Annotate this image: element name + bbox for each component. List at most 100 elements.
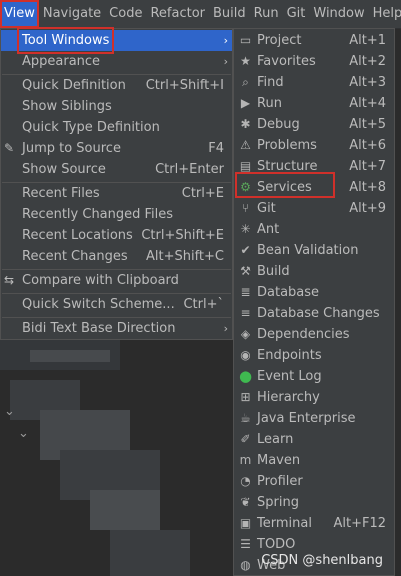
menu-item-shortcut: Alt+3: [349, 75, 386, 90]
watermark: CSDN @shenlbang: [261, 553, 383, 568]
hammer-icon: ⚒: [240, 264, 251, 278]
folder-icon: ▭: [239, 33, 252, 47]
menu-item-label: Database: [257, 285, 320, 300]
menu-item-compare-with-clipboard[interactable]: ⇆ Compare with Clipboard: [1, 270, 232, 291]
menu-help[interactable]: Help: [369, 0, 401, 28]
chevron-right-icon: ›: [223, 322, 228, 335]
event-log-icon: ●: [238, 367, 253, 385]
menu-item-database-changes[interactable]: ≡ Database Changes: [234, 303, 394, 324]
menu-view[interactable]: View: [0, 0, 39, 28]
profiler-icon: ◔: [240, 474, 251, 488]
menu-item-label: Event Log: [257, 369, 322, 384]
menu-item-label: Dependencies: [257, 327, 350, 342]
menu-item-jump-to-source[interactable]: ✎ Jump to Source F4: [1, 138, 232, 159]
menu-refactor[interactable]: Refactor: [146, 0, 209, 28]
menu-window[interactable]: Window: [309, 0, 368, 28]
menu-navigate[interactable]: Navigate: [39, 0, 105, 28]
menu-item-run[interactable]: ▶ Run Alt+4: [234, 93, 394, 114]
menu-item-label: Spring: [257, 495, 299, 510]
menu-item-label: Problems: [257, 138, 317, 153]
services-highlight-box: [235, 172, 335, 198]
menu-item-label: Endpoints: [257, 348, 322, 363]
menu-item-recent-changes[interactable]: Recent Changes Alt+Shift+C: [1, 246, 232, 267]
menu-item-spring[interactable]: ❦ Spring: [234, 492, 394, 513]
warning-icon: ⚠: [240, 138, 251, 152]
todo-icon: ☰: [240, 537, 251, 551]
menu-item-label: Run: [257, 96, 282, 111]
menu-item-project[interactable]: ▭ Project Alt+1: [234, 30, 394, 51]
star-icon: ★: [240, 54, 251, 68]
tool-windows-submenu: ▭ Project Alt+1 ★ Favorites Alt+2 ⌕ Find Alt+3 ▶ R…: [233, 28, 395, 576]
hierarchy-icon: ⊞: [240, 390, 251, 404]
menu-item-event-log[interactable]: ● Event Log: [234, 366, 394, 387]
menu-item-recent-files[interactable]: Recent Files Ctrl+E: [1, 183, 232, 204]
menu-item-label: Profiler: [257, 474, 303, 489]
menu-item-profiler[interactable]: ◔ Profiler: [234, 471, 394, 492]
menu-item-database[interactable]: ≣ Database: [234, 282, 394, 303]
menu-item-label: Maven: [257, 453, 301, 468]
view-menu: Tool Windows › Appearance › Quick Defini…: [0, 27, 233, 340]
endpoints-icon: ◉: [240, 348, 251, 362]
dependencies-icon: ◈: [240, 327, 251, 341]
bean-icon: ✔: [240, 243, 251, 257]
menu-item-dependencies[interactable]: ◈ Dependencies: [234, 324, 394, 345]
maven-icon: m: [239, 453, 252, 467]
search-icon: ⌕: [242, 75, 249, 89]
menu-item-label: Terminal: [257, 516, 312, 531]
menu-item-shortcut: Alt+8: [349, 180, 386, 195]
menu-item-ant[interactable]: ✳ Ant: [234, 219, 394, 240]
menu-item-label: TODO: [257, 537, 296, 552]
menu-item-shortcut: Alt+9: [349, 201, 386, 216]
menu-item-shortcut: Alt+7: [349, 159, 386, 174]
menu-item-appearance[interactable]: Appearance ›: [1, 51, 232, 72]
menu-item-label: Database Changes: [257, 306, 380, 321]
menu-item-label: Hierarchy: [257, 390, 320, 405]
menu-item-label: Build: [257, 264, 290, 279]
menu-item-git[interactable]: ⑂ Git Alt+9: [234, 198, 394, 219]
menu-item-show-siblings[interactable]: Show Siblings: [1, 96, 232, 117]
menu-item-label: Bean Validation: [257, 243, 359, 258]
menu-item-debug[interactable]: ✱ Debug Alt+5: [234, 114, 394, 135]
menu-item-find[interactable]: ⌕ Find Alt+3: [234, 72, 394, 93]
menu-item-bean-validation[interactable]: ✔ Bean Validation: [234, 240, 394, 261]
menu-item-label: Git: [257, 201, 276, 216]
menu-item-shortcut: Alt+F12: [333, 516, 386, 531]
menu-git[interactable]: Git: [283, 0, 310, 28]
chevron-right-icon: ›: [223, 55, 228, 68]
menu-item-quick-switch-scheme[interactable]: Quick Switch Scheme... Ctrl+`: [1, 294, 232, 315]
database-icon: ≣: [240, 285, 251, 299]
menu-item-shortcut: Alt+4: [349, 96, 386, 111]
menu-item-quick-type-definition[interactable]: Quick Type Definition: [1, 117, 232, 138]
menu-item-bidi-text[interactable]: Bidi Text Base Direction ›: [1, 318, 232, 339]
menu-item-label: Ant: [257, 222, 280, 237]
menu-build[interactable]: Build: [209, 0, 250, 28]
menu-item-maven[interactable]: m Maven: [234, 450, 394, 471]
pencil-icon: ✎: [4, 141, 15, 155]
menu-item-show-source[interactable]: Show Source Ctrl+Enter: [1, 159, 232, 180]
menu-run[interactable]: Run: [250, 0, 283, 28]
menu-item-shortcut: Alt+5: [349, 117, 386, 132]
menu-item-tool-windows[interactable]: Tool Windows ›: [1, 27, 232, 54]
menu-item-problems[interactable]: ⚠ Problems Alt+6: [234, 135, 394, 156]
menu-item-build[interactable]: ⚒ Build: [234, 261, 394, 282]
menu-item-recently-changed-files[interactable]: Recently Changed Files: [1, 204, 232, 225]
database-changes-icon: ≡: [240, 306, 251, 320]
menu-item-todo[interactable]: ☰ TODO: [234, 534, 394, 555]
menu-item-hierarchy[interactable]: ⊞ Hierarchy: [234, 387, 394, 408]
menu-item-learn[interactable]: ✐ Learn: [234, 429, 394, 450]
menu-item-favorites[interactable]: ★ Favorites Alt+2: [234, 51, 394, 72]
java-enterprise-icon: ☕: [240, 411, 251, 425]
menu-item-shortcut: Alt+1: [349, 33, 386, 48]
git-icon: ⑂: [241, 201, 250, 215]
menu-item-recent-locations[interactable]: Recent Locations Ctrl+Shift+E: [1, 225, 232, 246]
menu-item-java-enterprise[interactable]: ☕ Java Enterprise: [234, 408, 394, 429]
menu-item-endpoints[interactable]: ◉ Endpoints: [234, 345, 394, 366]
menu-item-quick-definition[interactable]: Quick Definition Ctrl+Shift+I: [1, 75, 232, 96]
chevron-down-icon: ⌄: [18, 426, 29, 441]
menu-item-label: Learn: [257, 432, 294, 447]
spring-icon: ❦: [240, 495, 251, 509]
menu-bar: View Navigate Code Refactor Build Run Gi…: [0, 0, 401, 29]
menu-item-terminal[interactable]: ▣ Terminal Alt+F12: [234, 513, 394, 534]
menu-code[interactable]: Code: [105, 0, 146, 28]
blurred-background: ⌄ ⌄: [0, 340, 235, 576]
